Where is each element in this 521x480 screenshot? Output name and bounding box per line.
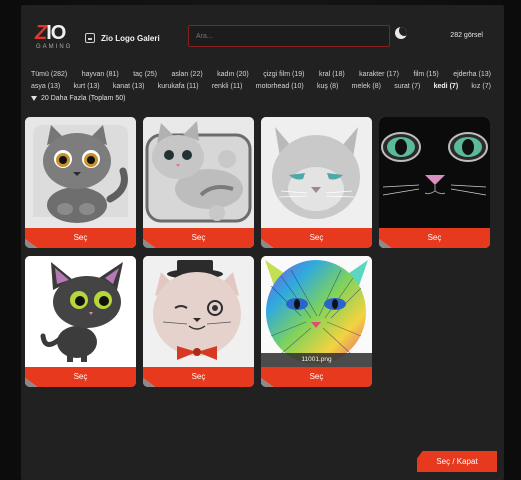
- thumbnail-gentleman-cat: [143, 256, 254, 367]
- tag-asya[interactable]: asya (13): [31, 81, 60, 93]
- tag-tumu[interactable]: Tümü (282): [31, 69, 67, 81]
- tag-ejderha[interactable]: ejderha (13): [453, 69, 491, 81]
- moon-icon[interactable]: [395, 27, 407, 39]
- thumbnail-gray-kitten: [25, 117, 136, 228]
- show-more-label: 20 Daha Fazla (Toplam 50): [41, 95, 126, 102]
- tag-kiz[interactable]: kız (7): [471, 81, 491, 93]
- image-card[interactable]: 11001.png Seç: [261, 256, 372, 387]
- tag-aslan[interactable]: aslan (22): [171, 69, 202, 81]
- tag-tac[interactable]: taç (25): [133, 69, 157, 81]
- tag-kanat[interactable]: kanat (13): [113, 81, 145, 93]
- select-button[interactable]: Seç: [261, 228, 372, 248]
- tag-kral[interactable]: kral (18): [319, 69, 345, 81]
- image-gallery-icon: [85, 33, 95, 43]
- search-input[interactable]: [188, 25, 390, 47]
- tag-hayvan[interactable]: hayvan (81): [82, 69, 119, 81]
- tag-melek[interactable]: melek (8): [352, 81, 381, 93]
- tag-surat[interactable]: surat (7): [394, 81, 420, 93]
- tag-film[interactable]: film (15): [413, 69, 438, 81]
- tag-renkli[interactable]: renkli (11): [212, 81, 243, 93]
- show-more-tags-button[interactable]: 20 Daha Fazla (Toplam 50): [31, 95, 491, 102]
- image-card[interactable]: Seç: [25, 256, 136, 387]
- modal-header: ZIO GAMING Zio Logo Galeri 282 görsel: [21, 5, 504, 65]
- tag-motorhead[interactable]: motorhead (10): [256, 81, 304, 93]
- select-button[interactable]: Seç: [25, 228, 136, 248]
- thumbnail-colorful-cat: [261, 256, 372, 367]
- tag-kus[interactable]: kuş (8): [317, 81, 338, 93]
- tag-row-1: Tümü (282) hayvan (81) taç (25) aslan (22) k…: [31, 69, 491, 81]
- thumbnail-black-kitten: [25, 256, 136, 367]
- select-button[interactable]: Seç: [379, 228, 490, 248]
- select-button[interactable]: Seç: [261, 367, 372, 387]
- select-close-button[interactable]: Seç / Kapat: [417, 451, 497, 472]
- image-card[interactable]: Seç: [379, 117, 490, 248]
- image-card[interactable]: Seç: [25, 117, 136, 248]
- image-card[interactable]: Seç: [261, 117, 372, 248]
- select-button[interactable]: Seç: [143, 367, 254, 387]
- tag-kadin[interactable]: kadın (20): [217, 69, 249, 81]
- thumbnail-white-cat: [261, 117, 372, 228]
- image-card[interactable]: Seç: [143, 256, 254, 387]
- tag-filter: Tümü (282) hayvan (81) taç (25) aslan (22) k…: [31, 69, 491, 102]
- gallery-title-text: Zio Logo Galeri: [101, 33, 160, 43]
- select-button[interactable]: Seç: [143, 228, 254, 248]
- tag-row-2: asya (13) kurt (13) kanat (13) kurukafa (11)…: [31, 81, 491, 93]
- zio-gaming-logo: ZIO GAMING: [35, 22, 73, 50]
- tag-karakter[interactable]: karakter (17): [359, 69, 399, 81]
- triangle-down-icon: [31, 96, 37, 101]
- tag-cizgi-film[interactable]: çizgi film (19): [263, 69, 304, 81]
- tag-kurt[interactable]: kurt (13): [74, 81, 100, 93]
- image-filename: 11001.png: [261, 353, 372, 367]
- gallery-modal: ZIO GAMING Zio Logo Galeri 282 görsel Tü…: [21, 5, 504, 480]
- thumbnail-lying-kitten: [143, 117, 254, 228]
- logo-subtitle: GAMING: [36, 44, 73, 50]
- tag-kurukafa[interactable]: kurukafa (11): [158, 81, 199, 93]
- image-card[interactable]: Seç: [143, 117, 254, 248]
- select-button[interactable]: Seç: [25, 367, 136, 387]
- gallery-title: Zio Logo Galeri: [85, 31, 160, 45]
- thumbnail-black-cat: [379, 117, 490, 228]
- tag-kedi-active[interactable]: kedi (7): [434, 81, 459, 93]
- image-count: 282 görsel: [450, 32, 483, 39]
